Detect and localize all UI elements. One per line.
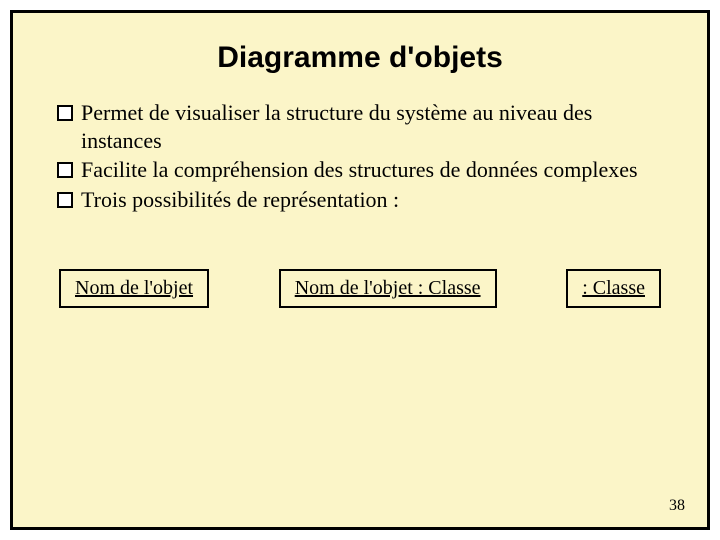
square-bullet-icon [57, 192, 73, 208]
object-box-name-class: Nom de l'objet : Classe [279, 269, 497, 308]
slide-title: Diagramme d'objets [51, 41, 669, 75]
square-bullet-icon [57, 162, 73, 178]
list-item: Trois possibilités de représentation : [57, 186, 665, 214]
bullet-text: Permet de visualiser la structure du sys… [81, 99, 665, 154]
bullet-text: Facilite la compréhension des structures… [81, 156, 665, 184]
bullet-list: Permet de visualiser la structure du sys… [51, 99, 669, 213]
page-number: 38 [669, 497, 685, 515]
list-item: Permet de visualiser la structure du sys… [57, 99, 665, 154]
slide: Diagramme d'objets Permet de visualiser … [0, 0, 720, 540]
object-box-name-only: Nom de l'objet [59, 269, 209, 308]
bullet-text: Trois possibilités de représentation : [81, 186, 665, 214]
square-bullet-icon [57, 105, 73, 121]
representation-boxes: Nom de l'objet Nom de l'objet : Classe :… [51, 269, 669, 308]
object-box-class-only: : Classe [566, 269, 661, 308]
list-item: Facilite la compréhension des structures… [57, 156, 665, 184]
slide-frame: Diagramme d'objets Permet de visualiser … [10, 10, 710, 530]
